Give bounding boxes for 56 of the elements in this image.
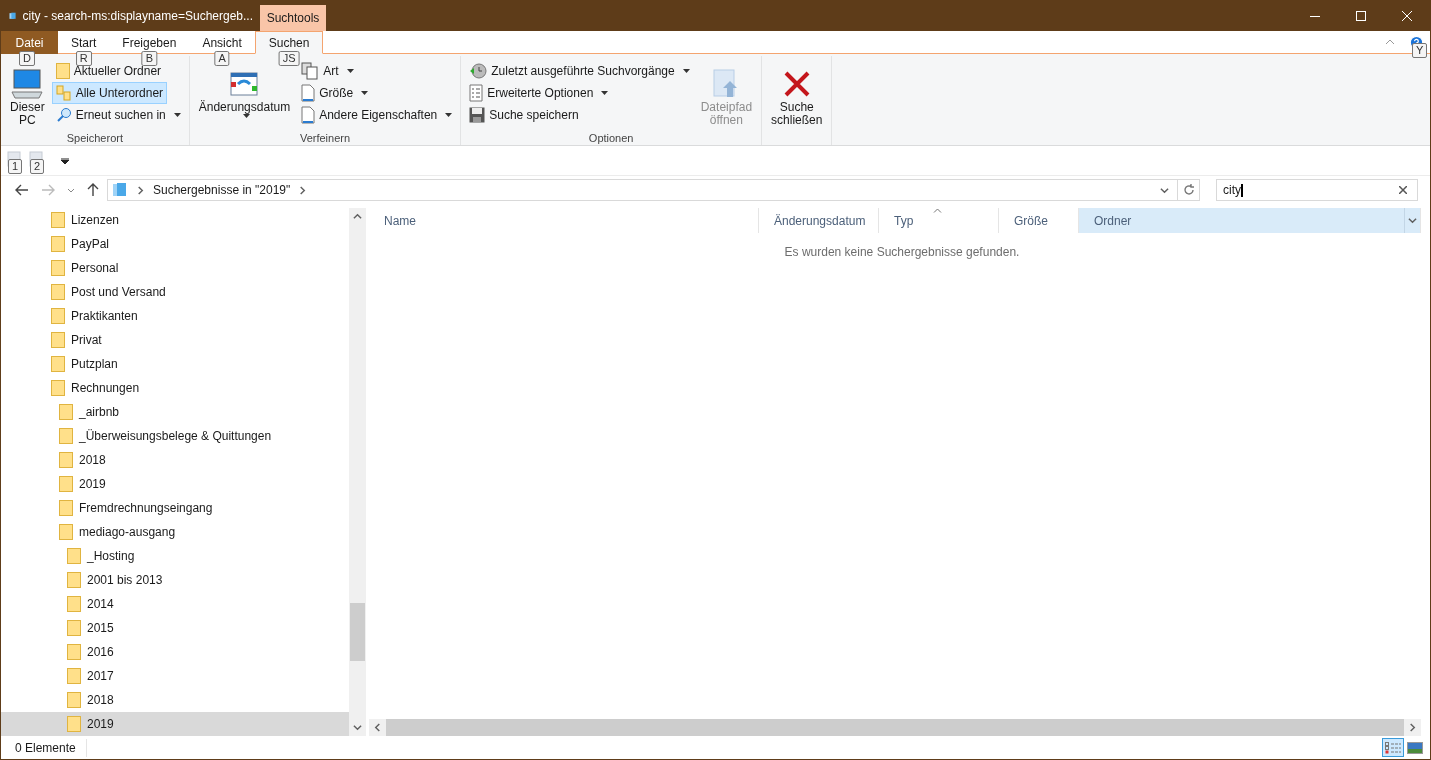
keytip: A [214, 51, 230, 66]
keytip: D [19, 51, 35, 66]
tree-item[interactable]: Post und Versand [1, 280, 349, 304]
tree-item[interactable]: 2019 [1, 712, 349, 736]
ribbon-button[interactable]: Suche schließen [766, 58, 828, 128]
tree-item[interactable]: Fremdrechnungseingang [1, 496, 349, 520]
tree-item[interactable]: Praktikanten [1, 304, 349, 328]
tree-item[interactable]: mediago-ausgang [1, 520, 349, 544]
ribbon-tab[interactable]: Suchen [254, 31, 324, 54]
tree-item[interactable]: 2001 bis 2013 [1, 568, 349, 592]
tree-item[interactable]: _Hosting [1, 544, 349, 568]
tree-item[interactable]: _Überweisungsbelege & Quittungen [1, 424, 349, 448]
ribbon-group-label: Speicherort [66, 132, 123, 145]
breadcrumb[interactable]: Suchergebnisse in "2019" [153, 181, 291, 199]
search-field[interactable]: city [1216, 179, 1418, 201]
tree-item[interactable]: 2018 [1, 448, 349, 472]
address-field[interactable]: Suchergebnisse in "2019" [107, 179, 1200, 201]
ribbon-tab[interactable]: Datei [1, 31, 58, 54]
column-header[interactable]: Typ [879, 208, 999, 233]
column-header[interactable]: Änderungsdatum [759, 208, 879, 233]
ribbon-group-label: Verfeinern [299, 132, 351, 145]
tree-item[interactable]: 2017 [1, 664, 349, 688]
ribbon-group-label: Optionen [588, 132, 634, 145]
keytip: JS [278, 51, 300, 66]
tree-item[interactable]: 2018 [1, 688, 349, 712]
keytip: B [141, 51, 158, 66]
keytip: Y [1412, 43, 1428, 58]
context-tab-header: Suchtools [260, 5, 326, 31]
window-title: city - search-ms:displayname=Suchergeb... [22, 8, 253, 25]
ribbon-tab[interactable]: Freigeben [109, 31, 190, 54]
tree-item[interactable]: 2016 [1, 640, 349, 664]
tree-item[interactable]: 2014 [1, 592, 349, 616]
item-count: 0 Elemente [15, 738, 87, 757]
tree-item[interactable]: _airbnb [1, 400, 349, 424]
tree-item[interactable]: 2019 [1, 472, 349, 496]
ribbon-tab[interactable]: Start [58, 31, 110, 54]
tree-item[interactable]: PayPal [1, 232, 349, 256]
tree-item[interactable]: Personal [1, 256, 349, 280]
column-header[interactable]: Name [369, 208, 759, 233]
keytip: R [75, 51, 92, 66]
tree-item[interactable]: Privat [1, 328, 349, 352]
ribbon-button[interactable]: Erweiterte Optionen [465, 82, 613, 104]
ribbon-button[interactable]: Zuletzt ausgeführte Suchvorgänge [465, 60, 694, 82]
tree-item[interactable]: Rechnungen [1, 376, 349, 400]
ribbon-button[interactable]: Suche speichern [465, 104, 583, 126]
column-header[interactable]: Ordner [1079, 208, 1421, 233]
tree-item[interactable]: 2015 [1, 616, 349, 640]
tree-item[interactable]: Lizenzen [1, 208, 349, 232]
ribbon-button[interactable]: Erneut suchen in [51, 104, 185, 126]
ribbon-button[interactable]: Andere Eigenschaften [297, 104, 457, 126]
tree-item[interactable]: Putzplan [1, 352, 349, 376]
empty-message: Es wurden keine Suchergebnisse gefunden. [784, 244, 1020, 261]
ribbon-button[interactable]: Art [297, 60, 358, 82]
ribbon-button[interactable]: Größe [297, 82, 373, 104]
ribbon-tab[interactable]: Ansicht [189, 31, 255, 54]
ribbon-button[interactable]: Alle Unterordner [51, 82, 168, 104]
